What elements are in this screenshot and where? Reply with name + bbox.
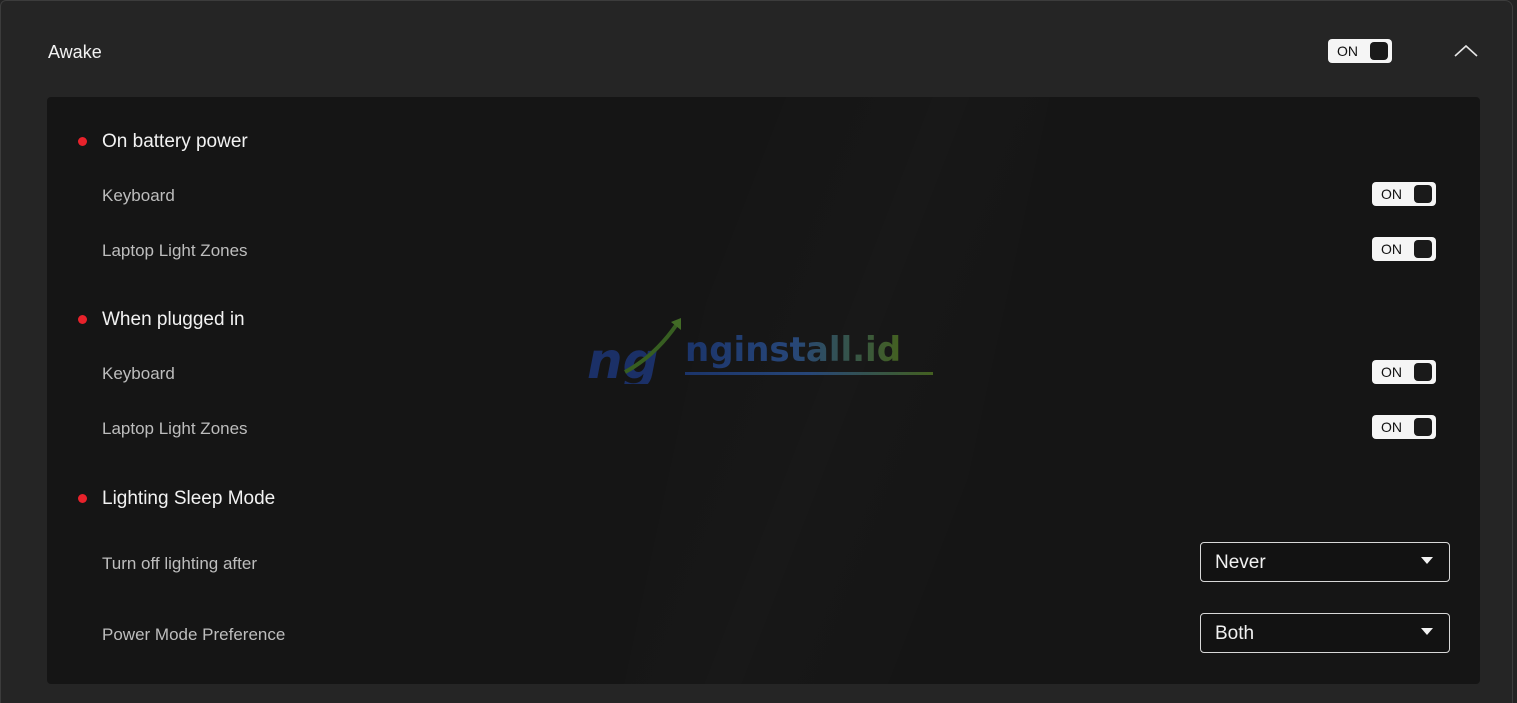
section-title-battery: On battery power (102, 131, 248, 152)
row-label-power-mode: Power Mode Preference (102, 625, 286, 644)
turn-off-lighting-select[interactable]: Never (1200, 542, 1450, 582)
bullet-dot (78, 494, 87, 503)
toggle-knob (1414, 418, 1432, 436)
toggle-label: ON (1337, 43, 1358, 59)
toggle-label: ON (1381, 364, 1402, 380)
plugged-light-zones-toggle[interactable]: ON (1372, 415, 1436, 439)
battery-keyboard-toggle[interactable]: ON (1372, 182, 1436, 206)
panel-title: Awake (48, 42, 102, 62)
row-label-plugged-light-zones: Laptop Light Zones (102, 419, 248, 438)
toggle-label: ON (1381, 186, 1402, 202)
caret-down-icon (1421, 557, 1433, 564)
select-value: Both (1215, 623, 1255, 644)
toggle-knob (1414, 240, 1432, 258)
toggle-knob (1414, 185, 1432, 203)
chevron-up-icon (1454, 44, 1478, 57)
toggle-knob (1414, 363, 1432, 381)
toggle-label: ON (1381, 419, 1402, 435)
plugged-keyboard-toggle[interactable]: ON (1372, 360, 1436, 384)
battery-light-zones-toggle[interactable]: ON (1372, 237, 1436, 261)
power-mode-select[interactable]: Both (1200, 613, 1450, 653)
watermark-text: nginstall.id (685, 330, 901, 370)
section-title-plugged-in: When plugged in (102, 309, 245, 330)
toggle-label: ON (1381, 241, 1402, 257)
row-label-battery-keyboard: Keyboard (102, 186, 175, 205)
row-label-battery-light-zones: Laptop Light Zones (102, 241, 248, 260)
background-shade (624, 97, 1050, 684)
watermark-logo: ng nginstall.id (587, 318, 933, 384)
settings-content (47, 97, 1480, 684)
awake-toggle[interactable]: ON (1328, 39, 1392, 63)
section-title-sleep-mode: Lighting Sleep Mode (102, 488, 276, 509)
bullet-dot (78, 137, 87, 146)
caret-down-icon (1421, 628, 1433, 635)
row-label-turn-off-lighting: Turn off lighting after (102, 554, 257, 573)
row-label-plugged-keyboard: Keyboard (102, 364, 175, 383)
collapse-button[interactable] (1449, 37, 1483, 65)
select-value: Never (1215, 552, 1266, 573)
toggle-knob (1370, 42, 1388, 60)
bullet-dot (78, 315, 87, 324)
